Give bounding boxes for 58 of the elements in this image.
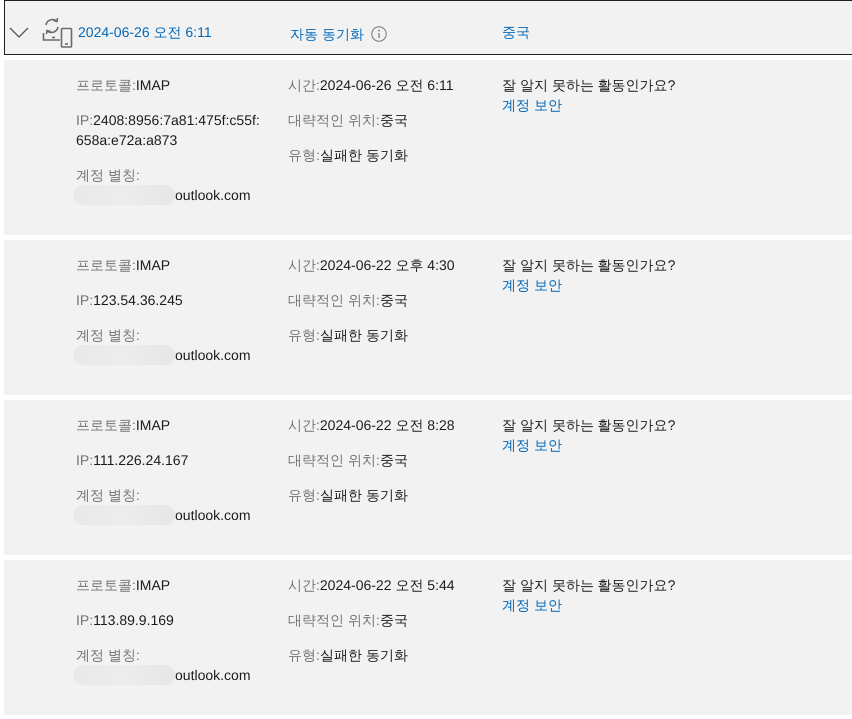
field-value: 중국 [380,112,408,128]
question-text: 잘 알지 못하는 활동인가요? [502,256,676,275]
date-text: 2024-06-26 오전 6:11 [78,23,212,42]
field-value: outlook.com [175,506,250,525]
field-label: 유형: [288,147,320,163]
field-value: 2024-06-26 오전 6:11 [320,77,454,93]
field-value: 실패한 동기화 [320,647,408,663]
field-label: 대략적인 위치: [288,612,380,628]
field-value: 2024-06-22 오후 4:30 [320,257,455,273]
field-value: 실패한 동기화 [320,327,408,343]
field-label: 대략적인 위치: [288,292,380,308]
field-value: IMAP [136,257,170,273]
field-value: 실패한 동기화 [320,147,408,163]
account-security-link[interactable]: 계정 보안 [502,597,562,613]
field-label: 시간: [288,417,320,433]
field-value: 중국 [380,452,408,468]
field-value: IMAP [136,417,170,433]
field-label: 계정 별칭: [76,487,140,503]
field-value: outlook.com [175,666,250,685]
field-value: 실패한 동기화 [320,487,408,503]
field-label: 프로토콜: [76,77,136,93]
field-value: IMAP [136,77,170,93]
field-label: 대략적인 위치: [288,112,380,128]
ip-address-text: IP:111.226.24.167 [76,451,190,470]
field-label: 유형: [288,327,320,343]
field-value: 2024-06-22 오전 8:28 [320,417,455,433]
activity-type-text: 자동 동기화 [290,24,364,44]
question-text: 잘 알지 못하는 활동인가요? [502,76,676,95]
question-text: 잘 알지 못하는 활동인가요? [502,576,676,595]
location-text: 중국 [502,24,530,40]
activity-header[interactable]: 2024-06-26 오전 6:11 자동 동기화 중국 [4,0,852,55]
account-security-link[interactable]: 계정 보안 [502,277,562,293]
field-label: 프로토콜: [76,577,136,593]
field-value: IMAP [136,577,170,593]
info-icon[interactable] [370,26,387,42]
field-label: 시간: [288,257,320,273]
field-label: 시간: [288,577,320,593]
field-value: outlook.com [175,186,250,205]
field-value: outlook.com [175,346,250,365]
field-value: 2024-06-22 오전 5:44 [320,577,455,593]
field-label: 시간: [288,77,320,93]
field-label: 대략적인 위치: [288,452,380,468]
field-value: 중국 [380,292,408,308]
sync-phone-icon [42,16,73,48]
field-label: 계정 별칭: [76,647,140,663]
account-security-link[interactable]: 계정 보안 [502,437,562,453]
question-text: 잘 알지 못하는 활동인가요? [502,416,676,435]
field-label: 유형: [288,487,320,503]
field-label: 계정 별칭: [76,167,140,183]
ip-address-text: IP:113.89.9.169 [76,611,175,630]
account-security-link[interactable]: 계정 보안 [502,97,562,113]
field-label: 유형: [288,647,320,663]
field-label: 프로토콜: [76,417,136,433]
field-label: 계정 별칭: [76,327,140,343]
ip-address-text: IP:2408:8956:7a81:475f:c55f:658a:e72a:a873 [76,111,261,150]
ip-address-text: IP:123.54.36.245 [76,291,184,310]
field-value: 중국 [380,612,408,628]
field-label: 프로토콜: [76,257,136,273]
